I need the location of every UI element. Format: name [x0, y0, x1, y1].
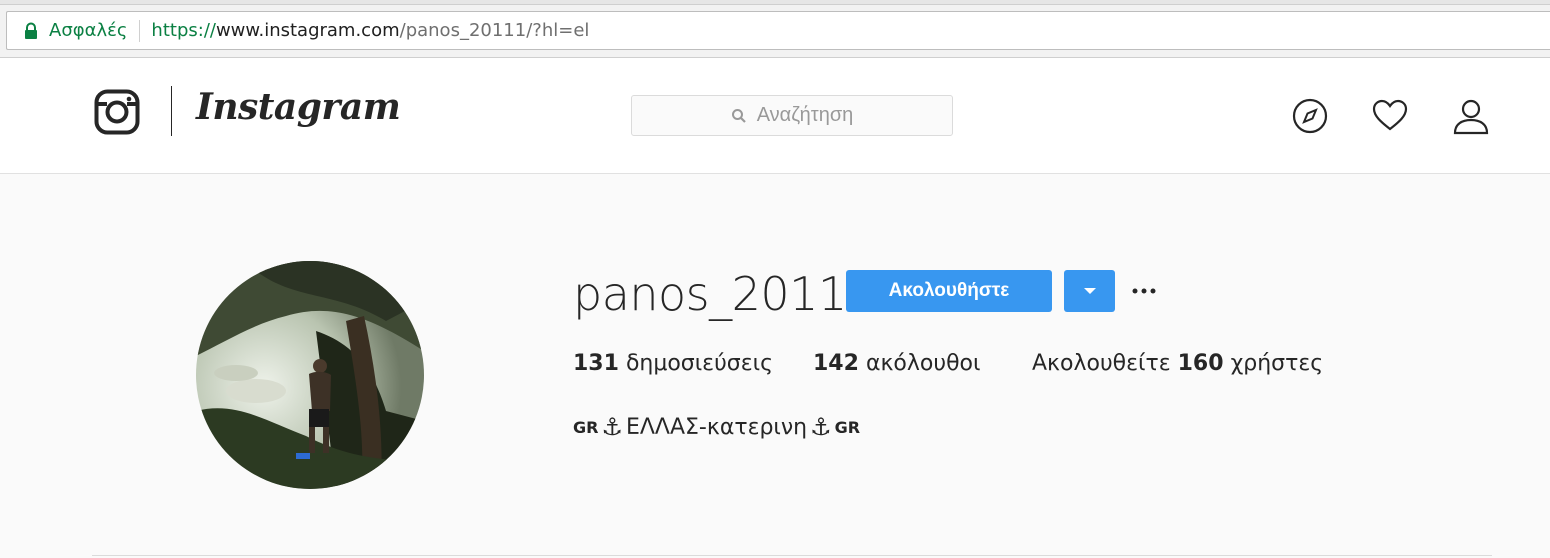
- search-placeholder: Αναζήτηση: [756, 104, 854, 126]
- flag-gr-right: GR: [834, 417, 861, 437]
- more-options-button[interactable]: [1129, 278, 1159, 304]
- tab-strip: [0, 0, 1550, 5]
- following-prefix: Ακολουθείτε: [1032, 351, 1171, 376]
- logo-divider: [171, 86, 172, 136]
- followers-stat[interactable]: 142 ακόλουθοι: [813, 351, 980, 376]
- suggested-dropdown-button[interactable]: [1064, 270, 1115, 312]
- followers-label: ακόλουθοι: [865, 351, 981, 376]
- secure-label: Ασφαλές: [49, 20, 128, 41]
- posts-stat: 131 δημοσιεύσεις: [573, 351, 773, 376]
- section-divider: [92, 555, 1492, 556]
- profile-username: panos_20111: [573, 267, 876, 321]
- followers-count: 142: [813, 351, 859, 376]
- lock-icon: [17, 19, 45, 43]
- url-text[interactable]: https://www.instagram.com/panos_20111/?h…: [151, 20, 589, 41]
- posts-label: δημοσιεύσεις: [625, 351, 773, 376]
- url-path: /panos_20111/?hl=el: [399, 20, 590, 41]
- address-bar[interactable]: Ασφαλές https://www.instagram.com/panos_…: [6, 11, 1550, 50]
- explore-compass-icon[interactable]: [1291, 97, 1329, 135]
- search-icon: [731, 108, 746, 123]
- instagram-camera-icon[interactable]: [94, 89, 140, 135]
- browser-toolbar: Ασφαλές https://www.instagram.com/panos_…: [0, 0, 1550, 58]
- following-stat[interactable]: Ακολουθείτε 160 χρήστες: [1032, 351, 1323, 376]
- anchor-icon: ⚓: [601, 413, 623, 441]
- profile-icon[interactable]: [1451, 97, 1489, 135]
- posts-count: 131: [573, 351, 619, 376]
- profile-bio: GR ⚓ ΕΛΛΑΣ-κατερινη ⚓ GR: [573, 413, 860, 441]
- following-suffix: χρήστες: [1230, 351, 1324, 376]
- bio-text: ΕΛΛΑΣ-κατερινη: [625, 414, 808, 440]
- follow-button[interactable]: Ακολουθήστε: [846, 270, 1052, 312]
- heart-icon[interactable]: [1371, 97, 1409, 135]
- instagram-wordmark[interactable]: Instagram: [196, 86, 401, 128]
- profile-avatar[interactable]: [196, 261, 424, 489]
- search-input[interactable]: Αναζήτηση: [631, 95, 953, 136]
- anchor-icon: ⚓: [810, 413, 832, 441]
- url-scheme: https://: [151, 20, 216, 41]
- chevron-down-icon: [1083, 288, 1096, 294]
- url-host: www.instagram.com: [215, 20, 400, 41]
- address-separator: [139, 19, 141, 42]
- flag-gr-left: GR: [573, 417, 599, 437]
- following-count: 160: [1177, 351, 1224, 376]
- instagram-header: Instagram Αναζήτηση: [0, 58, 1550, 174]
- more-dots-icon: [1132, 288, 1156, 294]
